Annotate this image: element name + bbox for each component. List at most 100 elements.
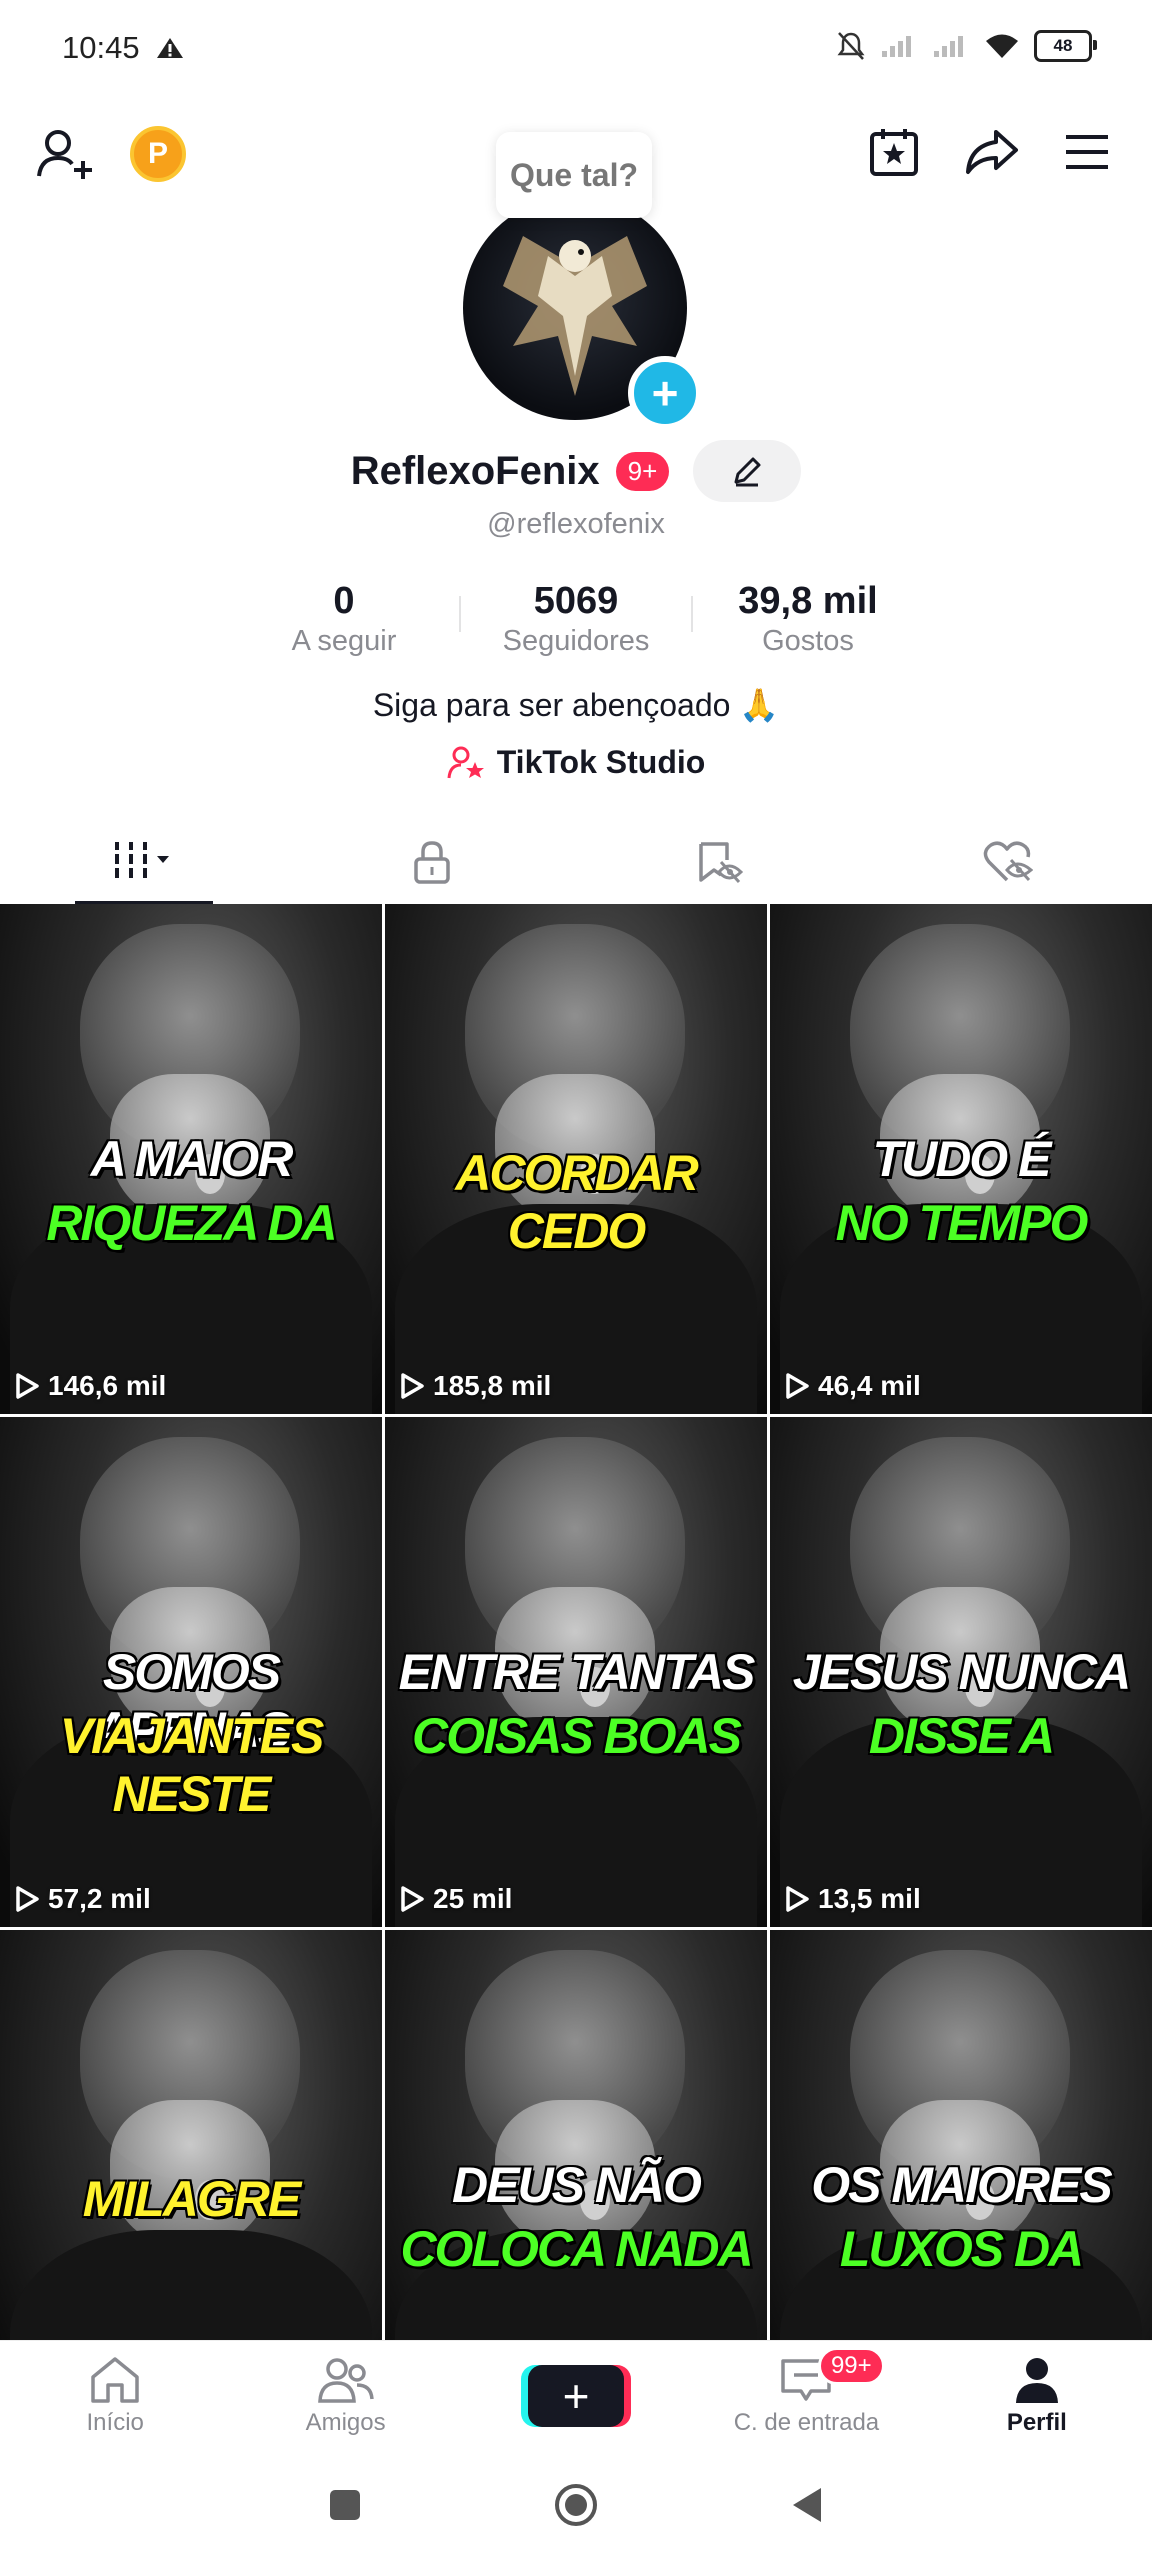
notification-badge[interactable]: 9+ xyxy=(615,451,670,491)
home-icon xyxy=(91,2357,139,2403)
top-right-actions xyxy=(868,126,1110,178)
bottom-nav: Início Amigos + 99+ C. de entrada Perfil xyxy=(0,2340,1152,2451)
video-grid-icon xyxy=(115,842,169,878)
play-icon xyxy=(16,1373,39,1399)
profile-username: ReflexoFenix xyxy=(350,448,600,493)
add-story-button[interactable]: + xyxy=(628,356,702,430)
view-count: 25 mil xyxy=(399,1883,512,1915)
caption-line-2: COLOCA NADA xyxy=(400,2221,753,2277)
nav-friends[interactable]: Amigos xyxy=(230,2341,460,2451)
profile-tabs xyxy=(0,820,1152,905)
calendar-star-icon[interactable] xyxy=(868,126,920,178)
view-count-text: 46,4 mil xyxy=(818,1370,921,1401)
caption-line-1: JESUS NUNCA xyxy=(792,1644,1131,1700)
create-button[interactable]: + xyxy=(528,2365,625,2427)
profile-bio: Siga para ser abençoado 🙏 xyxy=(372,687,780,723)
nav-inbox[interactable]: 99+ C. de entrada xyxy=(691,2341,921,2451)
video-grid: A MAIOR RIQUEZA DA 146,6 mil ACORDAR CEDO 18… xyxy=(0,904,1152,2340)
stat-followers[interactable]: 5069 Seguidores xyxy=(461,580,691,658)
wifi-icon xyxy=(986,34,1018,58)
lock-icon xyxy=(414,841,450,884)
nav-home[interactable]: Início xyxy=(0,2341,230,2451)
view-count: 146,6 mil xyxy=(14,1370,166,1402)
view-count-text: 146,6 mil xyxy=(48,1370,167,1401)
nav-profile[interactable]: Perfil xyxy=(922,2341,1152,2451)
video-thumbnail[interactable]: ACORDAR CEDO 185,8 mil xyxy=(385,904,767,1414)
tab-saved[interactable] xyxy=(576,820,864,904)
nav-home-label: Início xyxy=(86,2409,144,2436)
video-thumbnail[interactable]: ENTRE TANTAS COISAS BOAS 25 mil xyxy=(385,1417,767,1927)
stat-value: 5069 xyxy=(533,580,619,622)
top-left-actions: P xyxy=(36,126,186,182)
caption-line-1: ENTRE TANTAS xyxy=(398,1644,756,1700)
play-icon xyxy=(786,1886,809,1912)
caption-line-2: NO TEMPO xyxy=(835,1195,1089,1251)
nav-inbox-label: C. de entrada xyxy=(733,2409,880,2436)
video-thumbnail[interactable]: DEUS NÃO COLOCA NADA xyxy=(385,1930,767,2340)
tiktok-studio-link[interactable]: TikTok Studio xyxy=(0,744,1152,781)
play-icon xyxy=(786,1373,809,1399)
inbox-badge: 99+ xyxy=(817,2347,885,2385)
view-count: 13,5 mil xyxy=(784,1883,921,1915)
signal-icon-2 xyxy=(934,36,963,57)
caption-line-1: DEUS NÃO xyxy=(452,2157,702,2213)
suggestion-tooltip[interactable]: Que tal? xyxy=(496,132,652,218)
view-count-text: 185,8 mil xyxy=(433,1370,552,1401)
tab-videos[interactable] xyxy=(0,820,288,904)
signal-icon xyxy=(882,36,911,57)
menu-icon[interactable] xyxy=(1064,133,1110,171)
profile-stats: 0 A seguir 5069 Seguidores 39,8 mil Gost… xyxy=(0,580,1152,658)
stat-label: Gostos xyxy=(762,625,854,657)
video-thumbnail[interactable]: MILAGRE xyxy=(0,1930,382,2340)
video-thumbnail[interactable]: JESUS NUNCA DISSE A 13,5 mil xyxy=(770,1417,1152,1927)
edit-profile-button[interactable] xyxy=(693,440,802,502)
view-count-text: 57,2 mil xyxy=(48,1883,151,1914)
nav-profile-label: Perfil xyxy=(1006,2409,1067,2436)
play-icon xyxy=(16,1886,39,1912)
play-icon xyxy=(401,1373,424,1399)
tab-liked[interactable] xyxy=(864,820,1152,904)
stat-value: 39,8 mil xyxy=(738,580,878,622)
pencil-icon xyxy=(734,457,761,487)
add-friend-icon[interactable] xyxy=(36,126,94,182)
stat-following[interactable]: 0 A seguir xyxy=(229,580,459,658)
tab-private[interactable] xyxy=(288,820,576,904)
stat-label: Seguidores xyxy=(502,625,650,657)
play-icon xyxy=(401,1886,424,1912)
video-thumbnail[interactable]: A MAIOR RIQUEZA DA 146,6 mil xyxy=(0,904,382,1414)
view-count-text: 25 mil xyxy=(433,1883,513,1914)
view-count: 185,8 mil xyxy=(399,1370,551,1402)
battery-indicator: 48 xyxy=(1034,30,1097,62)
home-circle-icon[interactable] xyxy=(553,2482,599,2528)
speaker-body xyxy=(10,2230,372,2340)
caption-line-2: DISSE A xyxy=(868,1708,1055,1764)
video-thumbnail[interactable]: OS MAIORES LUXOS DA xyxy=(770,1930,1152,2340)
share-icon[interactable] xyxy=(964,128,1020,176)
warning-icon xyxy=(157,38,183,58)
profile-name-row: ReflexoFenix 9+ xyxy=(0,440,1152,502)
caption-line-1: A MAIOR xyxy=(90,1131,294,1187)
video-thumbnail[interactable]: TUDO É NO TEMPO 46,4 mil xyxy=(770,904,1152,1414)
caption-line-1: TUDO É xyxy=(872,1131,1052,1187)
stat-likes[interactable]: 39,8 mil Gostos xyxy=(693,580,923,658)
heart-eye-icon xyxy=(983,841,1033,882)
recent-apps-icon[interactable] xyxy=(327,2487,363,2523)
video-thumbnail[interactable]: SOMOS APENAS VIAJANTES NESTE 57,2 mil xyxy=(0,1417,382,1927)
caption-line-2: MILAGRE xyxy=(82,2171,302,2227)
caption-line-2: VIAJANTES NESTE xyxy=(59,1708,325,1822)
status-time: 10:45 xyxy=(62,30,140,65)
profile-handle: @reflexofenix xyxy=(487,508,665,540)
back-icon[interactable] xyxy=(789,2485,825,2525)
view-count-text: 13,5 mil xyxy=(818,1883,921,1914)
caption-line-2: COISAS BOAS xyxy=(411,1708,742,1764)
friends-icon xyxy=(317,2358,374,2403)
caption-line-2: ACORDAR CEDO xyxy=(455,1145,699,1259)
status-bar: 10:45 48 xyxy=(0,0,1152,100)
creator-star-icon xyxy=(447,746,484,778)
stat-value: 0 xyxy=(333,580,355,622)
profile-icon xyxy=(1015,2358,1058,2403)
nav-create[interactable]: + xyxy=(461,2341,691,2451)
caption-line-2: RIQUEZA DA xyxy=(46,1195,337,1251)
coins-button[interactable]: P xyxy=(130,126,186,182)
tiktok-studio-label: TikTok Studio xyxy=(496,744,706,780)
